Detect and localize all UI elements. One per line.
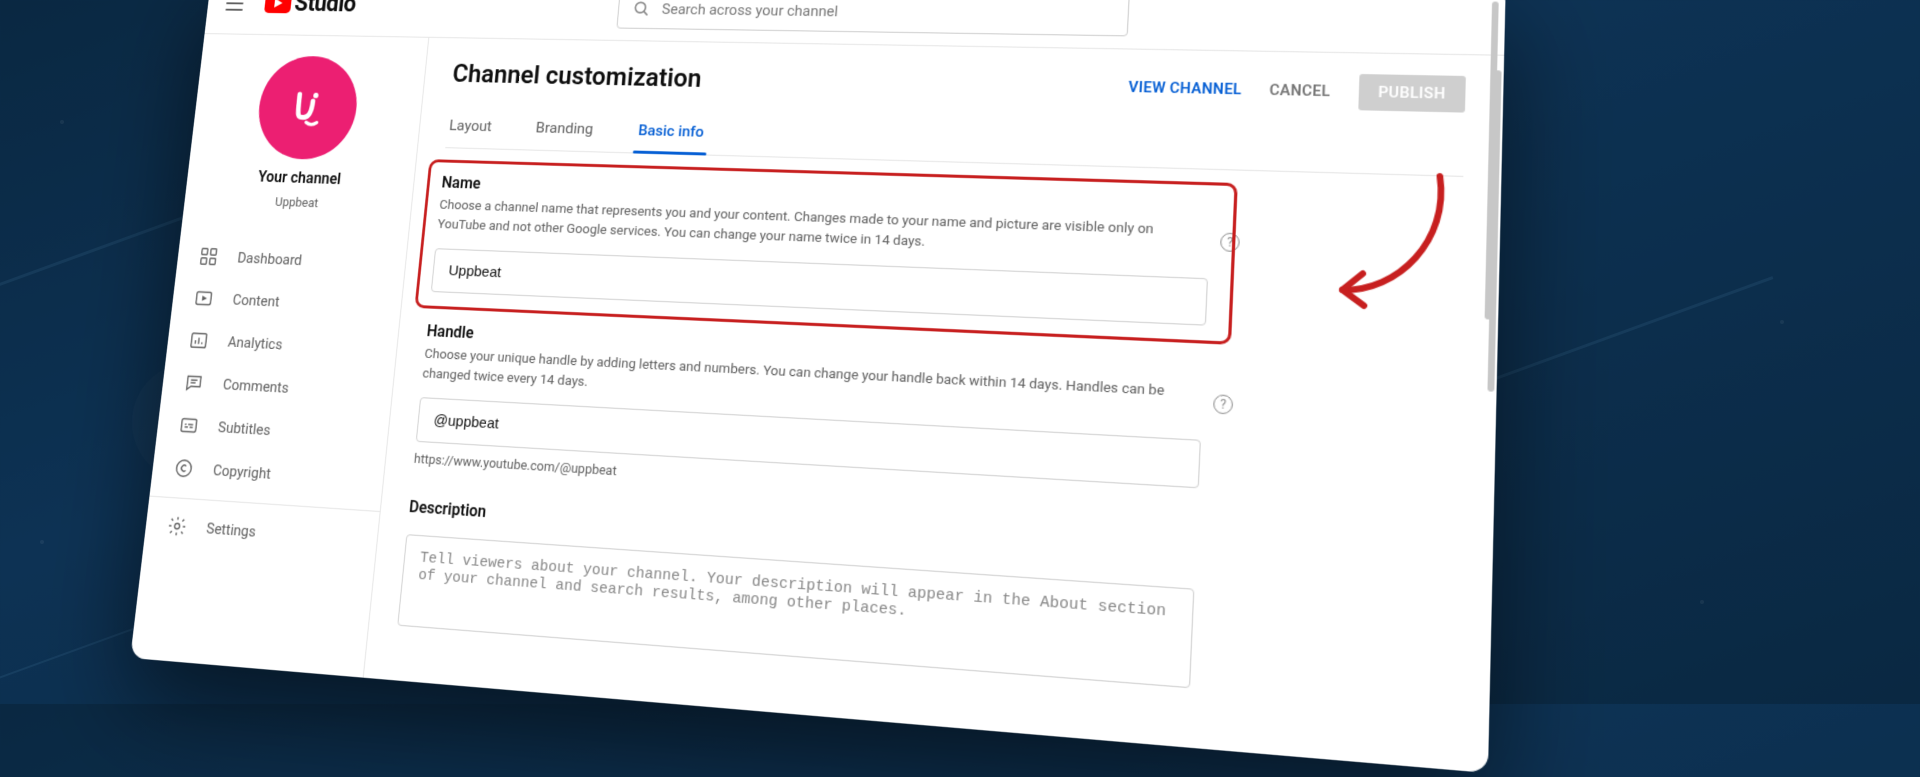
studio-logo[interactable]: Studio [264, 0, 358, 18]
analytics-icon [188, 329, 210, 351]
sidebar-item-label: Analytics [227, 333, 283, 353]
name-input[interactable] [431, 248, 1208, 325]
search-input[interactable]: Search across your channel [616, 0, 1129, 36]
view-channel-link[interactable]: VIEW CHANNEL [1128, 79, 1242, 99]
channel-name: Uppbeat [274, 195, 319, 211]
main-panel: Channel customization VIEW CHANNEL CANCE… [364, 38, 1504, 773]
avatar-glyph-icon [280, 81, 335, 135]
youtube-icon [264, 0, 292, 13]
search-icon [631, 0, 651, 18]
sidebar-item-label: Subtitles [217, 418, 271, 439]
content-icon [193, 287, 215, 309]
studio-logo-text: Studio [293, 0, 357, 18]
sidebar-item-label: Dashboard [237, 249, 303, 269]
panel-scrollbar[interactable] [1487, 70, 1501, 392]
search-placeholder: Search across your channel [661, 0, 838, 20]
tab-branding[interactable]: Branding [532, 109, 597, 151]
cancel-button[interactable]: CANCEL [1269, 82, 1331, 101]
help-icon[interactable]: ? [1220, 233, 1240, 253]
page-title: Channel customization [451, 59, 702, 93]
handle-section: Handle Choose your unique handle by addi… [413, 321, 1458, 532]
help-icon[interactable]: ? [1213, 394, 1233, 414]
sidebar-item-label: Comments [222, 376, 290, 397]
sidebar-item-label: Content [232, 291, 281, 310]
tabs: Layout Branding Basic info [445, 107, 1464, 177]
tab-basic-info[interactable]: Basic info [634, 112, 707, 155]
tab-layout[interactable]: Layout [445, 107, 495, 148]
subtitles-icon [178, 414, 200, 437]
name-section: Name Choose a channel name that represen… [431, 173, 1463, 336]
sidebar-item-label: Copyright [212, 461, 271, 482]
copyright-icon [173, 457, 195, 480]
comments-icon [183, 372, 205, 394]
dashboard-icon [198, 246, 220, 268]
menu-icon[interactable] [218, 0, 251, 19]
your-channel-label: Your channel [257, 167, 342, 188]
avatar[interactable] [253, 55, 361, 160]
gear-icon [166, 515, 188, 538]
studio-window: Studio Search across your channel [130, 0, 1506, 773]
description-section: Description [397, 497, 1454, 713]
publish-button: PUBLISH [1358, 74, 1466, 113]
sidebar-item-label: Settings [206, 519, 257, 540]
sidebar-item-settings[interactable]: Settings [144, 502, 380, 562]
